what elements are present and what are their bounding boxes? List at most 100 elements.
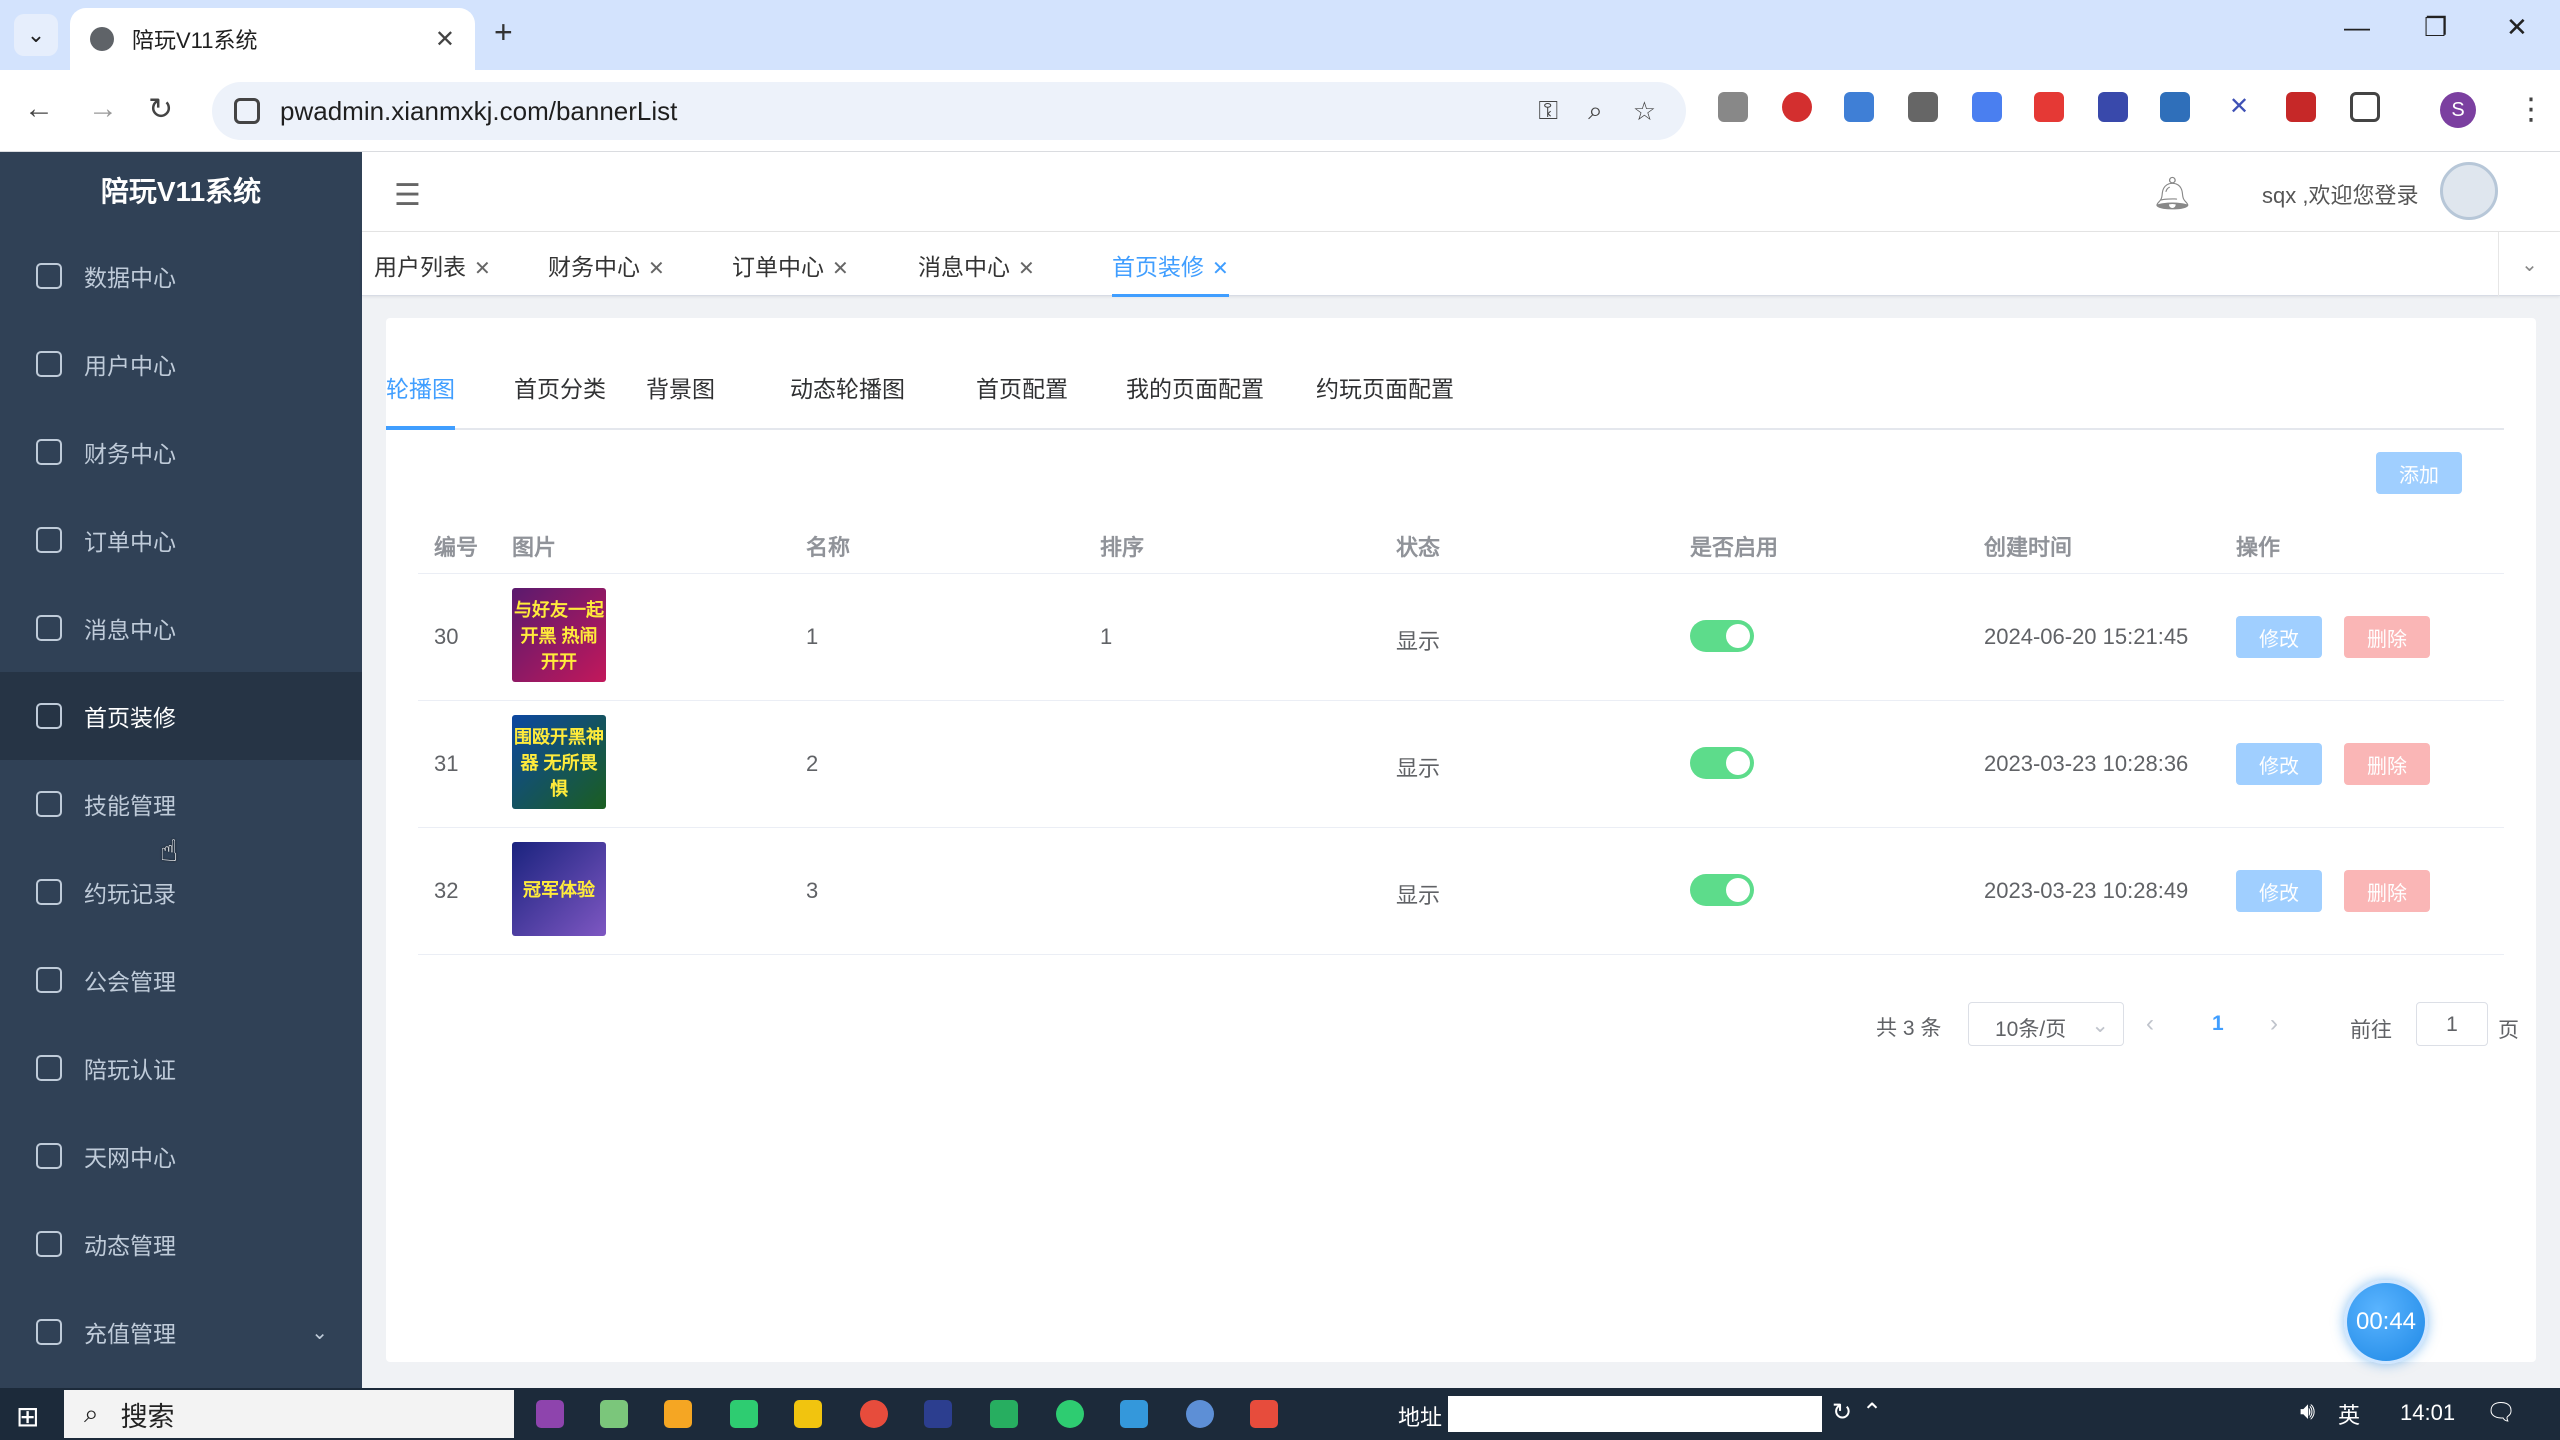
delete-button[interactable]: 删除 [2344, 616, 2430, 658]
sidebar-item[interactable]: 订单中心 [0, 496, 362, 584]
key-icon[interactable]: ⚿ [1538, 95, 1558, 127]
app-icon[interactable] [990, 1400, 1018, 1428]
puzzle-extension-icon[interactable] [2350, 92, 2380, 122]
minimize-button[interactable]: — [2344, 12, 2370, 43]
new-tab-button[interactable]: + [494, 14, 513, 51]
page-number-current[interactable]: 1 [2212, 1012, 2224, 1036]
sidebar-item[interactable]: 充值管理 ⌄ [0, 1288, 362, 1376]
more-menu-icon[interactable]: ⋮ [2516, 92, 2546, 127]
ime-indicator[interactable]: 英 [2338, 1398, 2360, 1430]
tab-search-button[interactable]: ⌄ [14, 14, 58, 56]
sidebar-item[interactable]: 动态管理 [0, 1200, 362, 1288]
enable-toggle[interactable] [1690, 620, 1754, 652]
tag-item[interactable]: 财务中心 ✕ [548, 248, 665, 282]
sidebar-item[interactable]: 天网中心 [0, 1112, 362, 1200]
tag-item[interactable]: 订单中心 ✕ [732, 248, 849, 282]
subtab[interactable]: 首页配置 [976, 366, 1068, 430]
subtab[interactable]: 轮播图 [386, 366, 455, 430]
close-icon[interactable]: ✕ [1018, 258, 1035, 280]
volume-icon[interactable]: 🔊︎ [2300, 1398, 2315, 1426]
reload-icon[interactable]: ↻ [148, 92, 173, 127]
sidebar-item[interactable]: 用户中心 [0, 320, 362, 408]
timer-badge[interactable]: 00:44 [2344, 1280, 2428, 1364]
edit-button[interactable]: 修改 [2236, 616, 2322, 658]
subtab[interactable]: 动态轮播图 [790, 366, 905, 430]
formula-extension-icon[interactable] [2034, 92, 2064, 122]
delete-button[interactable]: 删除 [2344, 743, 2430, 785]
close-tab-icon[interactable]: ✕ [435, 25, 455, 54]
sidebar-item[interactable]: 财务中心 [0, 408, 362, 496]
pdf-extension-icon[interactable] [2286, 92, 2316, 122]
close-icon[interactable]: ✕ [474, 258, 491, 280]
banner-thumbnail[interactable]: 围殴开黑神器 无所畏惧 [512, 715, 606, 809]
folder-icon[interactable] [794, 1400, 822, 1428]
windows-start-icon[interactable]: ⊞ [16, 1400, 39, 1433]
refresh-icon[interactable]: ↻ [1832, 1398, 1852, 1427]
address-bar[interactable]: pwadmin.xianmxkj.com/bannerList ⚿ ⌕ ☆ [212, 82, 1686, 140]
goto-page-input[interactable]: 1 [2416, 1002, 2488, 1046]
translate-extension-icon[interactable] [1972, 92, 2002, 122]
banner-thumbnail[interactable]: 冠军体验 [512, 842, 606, 936]
tag-item[interactable]: 消息中心 ✕ [918, 248, 1035, 282]
notification-extension-icon[interactable] [2098, 92, 2128, 122]
hamburger-icon[interactable]: ☰ [394, 178, 421, 213]
taskbar-search[interactable]: ⌕ 搜索 [64, 1390, 514, 1438]
network-extension-icon[interactable] [1844, 92, 1874, 122]
edit-button[interactable]: 修改 [2236, 743, 2322, 785]
add-button[interactable]: 添加 [2376, 452, 2462, 494]
close-icon[interactable]: ✕ [1212, 258, 1229, 280]
sidebar-item[interactable]: 首页装修 [0, 672, 362, 760]
subtab[interactable]: 约玩页面配置 [1316, 366, 1454, 430]
address-toolbar-input[interactable] [1448, 1396, 1822, 1432]
close-window-button[interactable]: ✕ [2506, 12, 2528, 43]
sidebar-item[interactable]: 约玩记录 [0, 848, 362, 936]
camera-extension-icon[interactable] [1718, 92, 1748, 122]
subtab[interactable]: 我的页面配置 [1126, 366, 1264, 430]
copy-extension-icon[interactable] [1908, 92, 1938, 122]
prev-page-icon[interactable]: ‹ [2146, 1010, 2154, 1038]
app-icon[interactable] [1186, 1400, 1214, 1428]
profile-avatar[interactable]: S [2440, 92, 2476, 128]
sidebar-item[interactable]: 消息中心 [0, 584, 362, 672]
tag-item[interactable]: 用户列表 ✕ [374, 248, 491, 282]
edit-button[interactable]: 修改 [2236, 870, 2322, 912]
sidebar-item[interactable]: 技能管理 [0, 760, 362, 848]
app-icon[interactable] [1120, 1400, 1148, 1428]
tag-item[interactable]: 首页装修 ✕ [1112, 248, 1229, 297]
browser-tab[interactable]: 陪玩V11系统 ✕ [70, 8, 475, 70]
delete-button[interactable]: 删除 [2344, 870, 2430, 912]
page-size-select[interactable]: 10条/页 ⌄ [1968, 1002, 2124, 1046]
site-info-icon[interactable] [234, 98, 260, 124]
enable-toggle[interactable] [1690, 747, 1754, 779]
wps-icon[interactable] [1250, 1400, 1278, 1428]
sidebar-item[interactable]: 陪玩认证 [0, 1024, 362, 1112]
ide-icon[interactable] [924, 1400, 952, 1428]
url-text[interactable]: pwadmin.xianmxkj.com/bannerList [280, 96, 1538, 127]
chevron-up-icon[interactable]: ⌃ [1862, 1398, 1882, 1427]
shield-extension-icon[interactable] [1782, 92, 1812, 122]
user-avatar[interactable] [2440, 162, 2498, 220]
subtab[interactable]: 背景图 [646, 366, 715, 430]
x-extension-icon[interactable]: ✕ [2224, 92, 2254, 122]
forward-icon[interactable]: → [88, 92, 118, 126]
chrome-icon[interactable] [860, 1400, 888, 1428]
enable-toggle[interactable] [1690, 874, 1754, 906]
back-icon[interactable]: ← [24, 92, 54, 126]
bookmark-star-icon[interactable]: ☆ [1633, 96, 1656, 127]
app-icon[interactable] [730, 1400, 758, 1428]
banner-thumbnail[interactable]: 与好友一起开黑 热闹开开 [512, 588, 606, 682]
wechat-icon[interactable] [1056, 1400, 1084, 1428]
sidebar-item[interactable]: 公会管理 [0, 936, 362, 1024]
chevron-down-icon[interactable]: ⌄ [2498, 232, 2560, 296]
notification-icon[interactable]: 🗨︎ [2486, 1398, 2516, 1427]
close-icon[interactable]: ✕ [648, 258, 665, 280]
next-page-icon[interactable]: › [2270, 1010, 2278, 1038]
search-extension-icon[interactable] [2160, 92, 2190, 122]
sidebar-item[interactable]: 数据中心 [0, 232, 362, 320]
app-icon[interactable] [536, 1400, 564, 1428]
app-icon[interactable] [600, 1400, 628, 1428]
app-icon[interactable] [664, 1400, 692, 1428]
restore-button[interactable]: ❐ [2424, 12, 2447, 43]
zoom-icon[interactable]: ⌕ [1588, 95, 1603, 127]
close-icon[interactable]: ✕ [832, 258, 849, 280]
